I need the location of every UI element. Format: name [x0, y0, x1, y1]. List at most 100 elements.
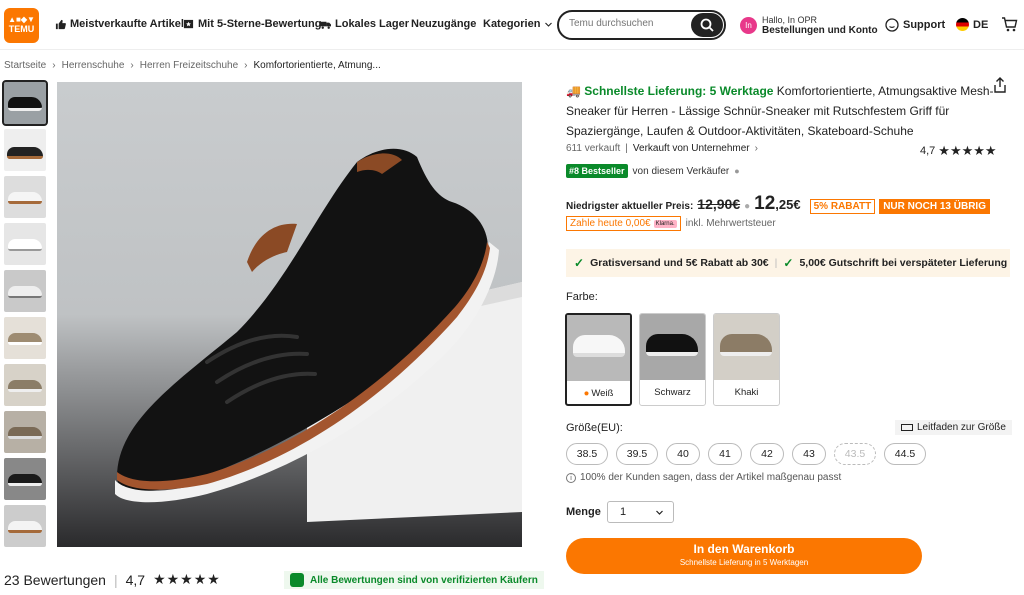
- search-input[interactable]: [569, 18, 684, 29]
- sales-meta: 611 verkauft | Verkauft von Unternehmer …: [566, 143, 758, 154]
- color-swatch-image: [567, 315, 630, 381]
- support-label: Support: [903, 19, 946, 31]
- info-icon[interactable]: ●: [734, 166, 739, 176]
- nav-new-arrivals[interactable]: Neuzugänge: [411, 18, 476, 30]
- search-box: [557, 10, 726, 40]
- main-product-image[interactable]: [57, 82, 522, 547]
- size-option[interactable]: 42: [750, 443, 784, 465]
- chevron-right-icon: ›: [754, 143, 758, 154]
- cart-icon: [1002, 17, 1018, 32]
- search-button[interactable]: [691, 13, 723, 37]
- breadcrumb-herrenschuhe[interactable]: Herrenschuhe: [62, 60, 125, 71]
- breadcrumb-separator: ›: [52, 60, 56, 71]
- breadcrumb-freizeitschuhe[interactable]: Herren Freizeitschuhe: [140, 60, 238, 71]
- info-icon[interactable]: ●: [744, 201, 750, 212]
- fast-delivery-label: 🚚 Schnellste Lieferung: 5 Werktage: [566, 84, 774, 98]
- star-rating-icon: ★★★★★: [938, 143, 997, 158]
- verified-text: Alle Bewertungen sind von verifizierten …: [310, 574, 538, 586]
- share-icon: [994, 77, 1006, 93]
- pay-today-text: Zahle heute 0,00€: [570, 218, 651, 229]
- thumbnail-list: [2, 80, 48, 552]
- bestseller-text: von diesem Verkäufer: [632, 165, 730, 177]
- quantity-select[interactable]: 1: [607, 501, 674, 523]
- discount-badge: 5% RABATT: [809, 199, 876, 214]
- color-name-text: Weiß: [591, 388, 614, 399]
- cart-icon-button[interactable]: [1001, 16, 1018, 36]
- color-option-khaki[interactable]: Khaki: [713, 313, 780, 406]
- verified-reviews-badge: Alle Bewertungen sind von verifizierten …: [284, 571, 544, 589]
- star-rating-icon: ★★★★★: [153, 571, 221, 587]
- divider: |: [113, 571, 118, 588]
- add-to-cart-label: In den Warenkorb: [693, 542, 795, 556]
- chevron-down-icon: [656, 510, 663, 515]
- size-option[interactable]: 39.5: [616, 443, 658, 465]
- thumbnail-10[interactable]: [4, 505, 46, 547]
- breadcrumb: Startseite › Herrenschuhe › Herren Freizei…: [4, 60, 381, 71]
- germany-flag-icon: [956, 18, 969, 31]
- color-option-white[interactable]: ● Weiß: [565, 313, 632, 406]
- rating-value: 4,7: [920, 145, 936, 157]
- nav-bestsellers[interactable]: Meistverkaufte Artikel: [55, 18, 184, 30]
- header: ▲■◆▼ TEMU Meistverkaufte Artikel Mit 5-S…: [0, 0, 1024, 50]
- seller-link[interactable]: Verkauft von Unternehmer: [633, 143, 750, 154]
- thumbnail-3[interactable]: [4, 176, 46, 218]
- account-menu[interactable]: In Hallo, In OPR Bestellungen und Konto: [740, 15, 878, 36]
- reviews-summary[interactable]: 23 Bewertungen | 4,7 ★★★★★: [4, 571, 221, 588]
- share-button[interactable]: [993, 77, 1007, 96]
- add-to-cart-button[interactable]: In den Warenkorb Schnellste Lieferung in…: [566, 538, 922, 574]
- review-rating: 4,7: [125, 571, 146, 588]
- thumbnail-4[interactable]: [4, 223, 46, 265]
- thumbnail-1[interactable]: [2, 80, 48, 126]
- product-rating[interactable]: 4,7 ★★★★★: [920, 143, 997, 159]
- check-icon: ✓: [783, 256, 794, 270]
- breadcrumb-home[interactable]: Startseite: [4, 60, 46, 71]
- nav-local-warehouse[interactable]: Lokales Lager: [320, 18, 409, 30]
- sold-count: 611 verkauft: [566, 143, 621, 154]
- quantity-value: 1: [620, 506, 627, 518]
- tax-note: inkl. Mehrwertsteuer: [685, 218, 776, 229]
- support-link[interactable]: Support: [885, 18, 945, 32]
- verified-icon: [290, 573, 304, 587]
- color-swatch-image: [640, 314, 705, 380]
- thumbnail-8[interactable]: [4, 411, 46, 453]
- avatar: In: [740, 17, 757, 34]
- divider: |: [625, 143, 628, 154]
- thumbnail-9[interactable]: [4, 458, 46, 500]
- product-title: 🚚 Schnellste Lieferung: 5 Werktage Komfo…: [566, 81, 996, 141]
- current-price: 12,25€: [754, 193, 800, 215]
- color-swatch-image: [714, 314, 779, 380]
- search-icon: [700, 18, 714, 32]
- nav-categories[interactable]: Kategorien: [483, 18, 553, 30]
- color-name: Khaki: [734, 387, 759, 398]
- price-main: 12: [754, 193, 776, 214]
- size-guide-button[interactable]: Leitfaden zur Größe: [895, 420, 1012, 435]
- shipping-banner: ✓ Gratisversand und 5€ Rabatt ab 30€ | ✓…: [566, 249, 1010, 277]
- add-to-cart-sublabel: Schnellste Lieferung in 5 Werktagen: [679, 558, 809, 567]
- thumbnail-6[interactable]: [4, 317, 46, 359]
- thumbnail-5[interactable]: [4, 270, 46, 312]
- color-label: Farbe:: [566, 291, 598, 303]
- check-icon: ✓: [574, 256, 585, 270]
- ruler-icon: [901, 424, 913, 431]
- breadcrumb-separator: ›: [244, 60, 248, 71]
- nav-label: Mit 5-Sterne-Bewertung: [198, 18, 322, 30]
- flame-icon: ●: [583, 388, 590, 399]
- thumbnail-2[interactable]: [4, 129, 46, 171]
- temu-logo[interactable]: ▲■◆▼ TEMU: [4, 8, 39, 43]
- nav-label: Neuzugänge: [411, 18, 477, 30]
- size-option[interactable]: 44.5: [884, 443, 926, 465]
- shipping-text-1: Gratisversand und 5€ Rabatt ab 30€: [590, 257, 769, 269]
- size-option[interactable]: 40: [666, 443, 700, 465]
- fast-delivery-text: Schnellste Lieferung: 5 Werktage: [584, 84, 774, 98]
- pay-today-badge[interactable]: Zahle heute 0,00€ Klarna.: [566, 216, 681, 231]
- fit-note: i 100% der Kunden sagen, dass der Artike…: [566, 472, 841, 483]
- size-option[interactable]: 38.5: [566, 443, 608, 465]
- info-icon: i: [566, 472, 576, 483]
- size-option-unavailable: 43.5: [834, 443, 876, 465]
- color-option-black[interactable]: Schwarz: [639, 313, 706, 406]
- language-selector[interactable]: DE: [956, 18, 988, 31]
- size-option[interactable]: 41: [708, 443, 742, 465]
- thumbnail-7[interactable]: [4, 364, 46, 406]
- size-option[interactable]: 43: [792, 443, 826, 465]
- nav-5-star[interactable]: Mit 5-Sterne-Bewertung: [183, 18, 321, 30]
